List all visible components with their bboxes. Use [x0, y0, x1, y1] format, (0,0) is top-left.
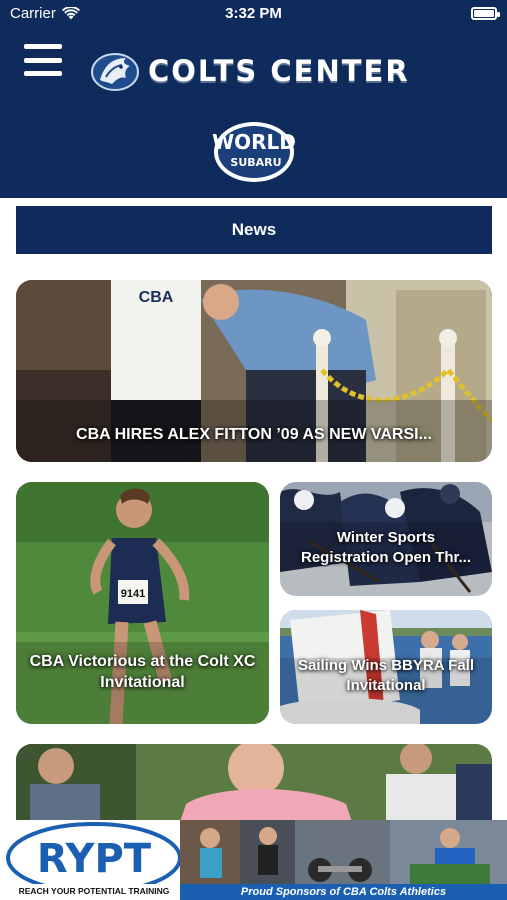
rypt-logo-subtext: REACH YOUR POTENTIAL TRAINING [19, 886, 170, 896]
race-bib: 9141 [121, 588, 145, 600]
sponsor-line2: SUBARU [230, 156, 281, 169]
battery-icon [471, 7, 500, 20]
sponsor-line1: WORLD [212, 130, 296, 154]
news-caption: Winter Sports Registration Open Thr... [286, 528, 486, 567]
news-card[interactable]: Sailing Wins BBYRA Fall Invitational [280, 610, 492, 724]
svg-text:CBA: CBA [139, 289, 174, 306]
gym-photos [180, 820, 507, 886]
sponsor-ad-banner[interactable]: RYPT REACH YOUR POTENTIAL TRAINING Proud… [0, 820, 507, 900]
status-bar: Carrier 3:32 PM [0, 0, 507, 28]
news-caption-line2: Registration Open Thr... [300, 548, 472, 566]
news-card[interactable]: 9141 CBA Victorious at the Colt XC Invit… [16, 482, 269, 724]
rypt-logo: RYPT REACH YOUR POTENTIAL TRAINING [6, 822, 182, 896]
section-label: News [231, 220, 277, 239]
app-title: COLTS CENTER [148, 54, 410, 88]
brand: COLTS CENTER [90, 50, 410, 92]
news-card[interactable]: Winter Sports Registration Open Thr... [280, 482, 492, 596]
news-caption: CBA Victorious at the Colt XC Invitation… [29, 653, 256, 692]
rypt-logo-text: RYPT [37, 836, 152, 882]
section-tab-news[interactable]: News [16, 206, 492, 254]
news-caption: CBA HIRES ALEX FITTON ’09 AS NEW VARSI..… [76, 426, 432, 444]
news-caption: Sailing Wins BBYRA Fall Invitational [298, 657, 474, 694]
ad-tagline: Proud Sponsors of CBA Colts Athletics [180, 884, 507, 900]
news-caption-line1: Winter Sports [336, 529, 436, 546]
world-subaru-logo[interactable]: WORLD SUBARU [210, 118, 298, 184]
clock: 3:32 PM [225, 5, 282, 22]
app-header: COLTS CENTER WORLD SUBARU [0, 28, 507, 198]
hamburger-menu-icon[interactable] [24, 44, 62, 76]
colt-head-logo-icon [91, 53, 139, 91]
news-card[interactable]: CBA CBA HIRES ALEX FITTON ’09 AS NEW VAR… [16, 280, 492, 462]
